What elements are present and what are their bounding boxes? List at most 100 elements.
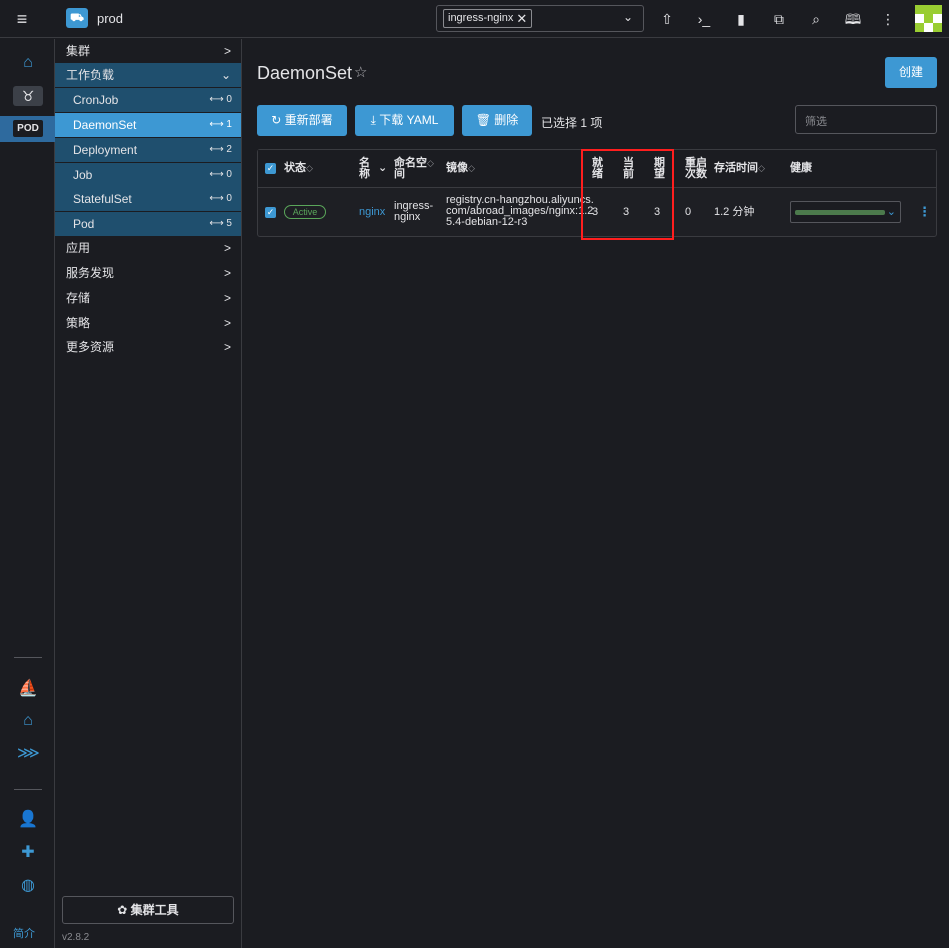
version-label: v2.8.2 — [62, 932, 90, 943]
status-badge: Active — [284, 205, 326, 219]
cluster-explorer-icon[interactable]: ♉ — [13, 86, 43, 106]
search-icon[interactable]: ⌕ — [806, 9, 826, 29]
book-icon[interactable]: 🕮 — [843, 9, 863, 29]
nav-item-label: DaemonSet — [73, 118, 137, 132]
nav-item-label: Deployment — [73, 143, 138, 157]
nav-group-label: 服务发现 — [66, 266, 115, 280]
row-restarts: 0 — [685, 206, 692, 218]
upload-icon[interactable]: ⇧ — [657, 9, 677, 29]
download-yaml-button[interactable]: ⤓ 下载 YAML — [355, 105, 454, 136]
nav-group-cluster[interactable]: 集群 > — [55, 39, 241, 63]
row-name-link[interactable]: nginx — [359, 207, 385, 218]
nav-group-label: 工作负载 — [66, 68, 115, 82]
namespace-select[interactable]: ingress-nginx ✕ ⌄ — [436, 5, 644, 32]
th-age[interactable]: 存活时间◇ — [714, 163, 765, 174]
chevron-down-icon: ⌄ — [886, 206, 896, 218]
th-status[interactable]: 状态◇ — [284, 163, 313, 174]
home-icon[interactable]: ⌂ — [17, 52, 39, 74]
highlight-box — [581, 149, 674, 240]
nav-item-count: ⟷ 5 — [209, 218, 232, 229]
fleet-icon[interactable]: ⌂ — [17, 710, 39, 732]
nav-item-deployment[interactable]: Deployment ⟷ 2 — [55, 138, 241, 162]
star-icon[interactable]: ☆ — [354, 63, 367, 81]
row-namespace-line: nginx — [394, 211, 421, 223]
chevron-down-icon[interactable]: ⌄ — [623, 10, 633, 24]
namespace-chip-label: ingress-nginx — [448, 12, 514, 24]
namespace-chip: ingress-nginx ✕ — [443, 9, 533, 28]
nav-item-cronjob[interactable]: CronJob ⟷ 0 — [55, 88, 241, 112]
select-all-checkbox[interactable]: ✓ — [265, 163, 276, 174]
icon-rail: ⌂ ♉ POD ⛵ ⌂ ⋙ 👤 ✚ ◍ 简介 — [0, 39, 55, 948]
chevron-right-icon: > — [223, 241, 231, 255]
th-namespace[interactable]: 命名空◇ 间 — [394, 158, 434, 180]
create-button[interactable]: 创建 — [885, 57, 937, 88]
th-label: 间 — [394, 168, 405, 180]
hamburger-icon[interactable]: ≡ — [12, 9, 32, 29]
th-name[interactable]: 名称 — [359, 158, 370, 180]
nav-group-label: 更多资源 — [66, 340, 115, 354]
cluster-logo-icon[interactable]: ⛟ — [66, 8, 88, 28]
th-health: 健康 — [790, 163, 812, 174]
nav-group-more-resources[interactable]: 更多资源 > — [55, 335, 241, 359]
file-icon[interactable]: ▮ — [731, 9, 751, 29]
redeploy-button[interactable]: ↻ 重新部署 — [257, 105, 347, 136]
row-age: 1.2 分钟 — [714, 206, 755, 218]
nav-group-storage[interactable]: 存储 > — [55, 286, 241, 310]
terminal-icon[interactable]: ›_ — [694, 9, 714, 29]
pod-cluster-badge[interactable]: POD — [0, 116, 55, 142]
nav-group-label: 存储 — [66, 291, 91, 305]
page-title: DaemonSet — [257, 63, 353, 83]
nav-item-count: ⟷ 0 — [209, 94, 232, 105]
nav-group-policy[interactable]: 策略 > — [55, 311, 241, 335]
chevron-right-icon: > — [223, 316, 231, 330]
close-icon[interactable]: ✕ — [516, 10, 527, 27]
chevron-right-icon: > — [223, 44, 231, 58]
health-dropdown[interactable]: ⌄ — [790, 201, 901, 223]
nav-item-label: StatefulSet — [73, 192, 132, 206]
cluster-name[interactable]: prod — [97, 11, 123, 26]
user-icon[interactable]: 👤 — [17, 809, 39, 831]
th-label: 状态 — [284, 162, 306, 174]
nav-item-count: ⟷ 2 — [209, 144, 232, 155]
avatar[interactable] — [915, 5, 942, 32]
delete-button[interactable]: 🗑 删除 — [462, 105, 532, 136]
nav-group-label: 策略 — [66, 316, 91, 330]
sailboat-icon[interactable]: ⛵ — [17, 678, 39, 700]
cluster-tools-button[interactable]: ✿ 集群工具 — [62, 896, 234, 924]
row-image: registry.cn-hangzhou.aliyuncs. com/abroad… — [446, 195, 594, 228]
harvester-icon[interactable]: ⋙ — [17, 743, 40, 765]
row-actions-icon[interactable]: ⋮ — [918, 204, 931, 220]
th-image[interactable]: 镜像◇ — [446, 163, 475, 174]
row-checkbox[interactable]: ✓ — [265, 207, 276, 218]
more-vertical-icon[interactable]: ⋮ — [878, 9, 898, 29]
globe-icon[interactable]: ◍ — [17, 875, 39, 897]
nav-item-job[interactable]: Job ⟷ 0 — [55, 163, 241, 187]
rail-divider — [14, 789, 42, 790]
th-label: 存活时间 — [714, 162, 758, 174]
chevron-right-icon: > — [223, 291, 231, 305]
nav-item-count: ⟷ 0 — [209, 193, 232, 204]
nav-group-label: 集群 — [66, 44, 91, 58]
nav-group-service-discovery[interactable]: 服务发现 > — [55, 261, 241, 285]
about-link[interactable]: 简介 — [13, 925, 35, 941]
pod-badge-label: POD — [13, 120, 43, 137]
row-image-line: 5.4-debian-12-r3 — [446, 216, 528, 228]
chevron-down-icon[interactable]: ⌄ — [378, 163, 387, 174]
extension-icon[interactable]: ✚ — [17, 842, 39, 864]
chevron-down-icon: ⌄ — [220, 68, 231, 82]
nav-item-label: CronJob — [73, 93, 119, 107]
th-restarts[interactable]: 重启 次数 — [685, 158, 707, 180]
nav-group-apps[interactable]: 应用 > — [55, 236, 241, 260]
nav-item-count: ⟷ 0 — [209, 169, 232, 180]
chevron-right-icon: > — [223, 266, 231, 280]
nav-group-workload[interactable]: 工作负载 ⌄ — [55, 63, 241, 87]
copy-icon[interactable]: ⧉ — [769, 9, 789, 29]
nav-item-pod[interactable]: Pod ⟷ 5 — [55, 212, 241, 236]
nav-item-daemonset[interactable]: DaemonSet ⟷ 1 — [55, 113, 241, 137]
filter-input[interactable]: 筛选 — [795, 105, 937, 134]
nav-item-statefulset[interactable]: StatefulSet ⟷ 0 — [55, 187, 241, 211]
health-bar — [795, 210, 885, 215]
th-label: 次数 — [685, 168, 707, 180]
th-label: 称 — [359, 168, 370, 180]
chevron-right-icon: > — [223, 340, 231, 354]
